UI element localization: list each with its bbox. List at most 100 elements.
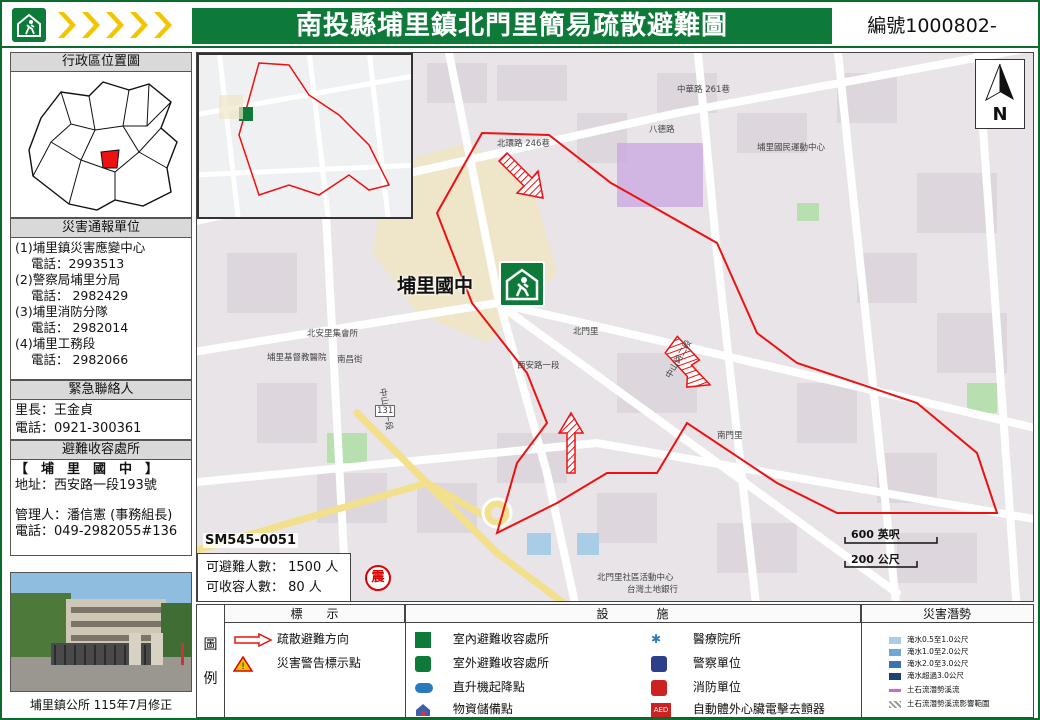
header: 南投縣埔里鎮北門里簡易疏散避難圖 編號1000802-004(2/2) bbox=[2, 2, 1038, 73]
info-panel: 行政區位置圖 災害通報單位 (1)埔里鎮災害應變中心 電話：2993513 (2… bbox=[10, 52, 192, 716]
legend-police: 警察單位 bbox=[651, 655, 741, 672]
legend-indoor-shelter: 室內避難收容處所 bbox=[415, 631, 549, 648]
north-arrow-icon: N bbox=[975, 59, 1025, 129]
poi-label: 北安里集會所 bbox=[307, 329, 359, 339]
supply-house-icon bbox=[416, 703, 430, 716]
aed-icon: AED bbox=[651, 702, 671, 717]
indoor-shelter-icon bbox=[415, 631, 431, 648]
area-label: 南門里 bbox=[717, 431, 743, 441]
legend-helipad: 直升機起降點 bbox=[415, 679, 525, 695]
shelter-name-label: 埔里國中 bbox=[397, 275, 474, 297]
report-section-title: 災害通報單位 bbox=[10, 218, 192, 238]
report-unit-name: (2)警察局埔里分局 bbox=[15, 272, 121, 287]
legend-hazard-item: 淹水2.0至3.0公尺 bbox=[889, 659, 968, 669]
legend-hazard-item: 淹水1.0至2.0公尺 bbox=[889, 647, 968, 657]
contact-section-title: 緊急聯絡人 bbox=[10, 380, 192, 400]
legend-hazard-item: 土石流潛勢溪流 bbox=[889, 685, 960, 695]
sm-code: SM545-0051 bbox=[203, 533, 299, 548]
legend-fire: 消防單位 bbox=[651, 679, 741, 696]
legend-sign-warning: ! 災害警告標示點 bbox=[232, 655, 361, 672]
legend-helipad-label: 直升機起降點 bbox=[452, 680, 525, 694]
legend-sign-header: 標 示 bbox=[225, 605, 405, 623]
police-icon bbox=[651, 655, 667, 672]
road-label: 北環路 246巷 bbox=[497, 139, 550, 149]
legend-hazard-header: 災害潛勢 bbox=[861, 605, 1033, 623]
legend-sign-arrow: 疏散避難方向 bbox=[233, 631, 349, 647]
location-map bbox=[10, 72, 192, 218]
legend-supply: 物資儲備點 bbox=[415, 701, 513, 717]
legend-side-top: 圖 bbox=[203, 637, 218, 653]
capacity-box: 可避難人數： 1500 人 可收容人數： 80 人 bbox=[197, 553, 351, 601]
contact-chief: 里長：王金貞 bbox=[15, 403, 94, 418]
legend-hazard-item: 淹水超過3.0公尺 bbox=[889, 671, 964, 681]
chevron-arrows-icon bbox=[56, 10, 174, 40]
shelter-address: 地址：西安路一段193號 bbox=[15, 478, 157, 493]
location-section-title: 行政區位置圖 bbox=[10, 52, 192, 72]
road-label: 八德路 bbox=[649, 125, 675, 135]
earthquake-icon: 震 bbox=[365, 565, 391, 591]
evac-capacity: 可避難人數： 1500 人 bbox=[206, 560, 339, 575]
contact-info: 里長：王金貞 電話：0921-300361 bbox=[10, 400, 192, 440]
indoor-shelter-icon[interactable] bbox=[499, 261, 545, 307]
shelter-logo-icon bbox=[12, 8, 46, 42]
scale-meters: 200 公尺 bbox=[851, 553, 900, 566]
legend-supply-label: 物資儲備點 bbox=[452, 702, 513, 716]
legend-medical-label: 醫療院所 bbox=[692, 632, 741, 646]
shelter-section-title: 避難收容處所 bbox=[10, 440, 192, 460]
inset-map bbox=[197, 53, 413, 219]
road-label: 中華路 261巷 bbox=[677, 85, 730, 95]
map-title: 南投縣埔里鎮北門里簡易疏散避難圖 bbox=[192, 8, 832, 44]
report-unit-name: (3)埔里消防分隊 bbox=[15, 304, 108, 319]
shelter-info: 【 埔 里 國 中 】 地址：西安路一段193號 管理人：潘信憲 (事務組長) … bbox=[10, 460, 192, 556]
report-unit-phone: 電話： 2982014 bbox=[31, 320, 129, 335]
accom-capacity: 可收容人數： 80 人 bbox=[206, 580, 322, 595]
report-units-list: (1)埔里鎮災害應變中心 電話：2993513 (2)警察局埔里分局 電話： 2… bbox=[10, 238, 192, 380]
legend-side-label: 圖 例 bbox=[197, 605, 225, 717]
legend-sign-warning-label: 災害警告標示點 bbox=[276, 656, 361, 670]
legend-outdoor-shelter: 室外避難收容處所 bbox=[415, 655, 549, 672]
legend-police-label: 警察單位 bbox=[692, 656, 741, 670]
hazard-label: 土石流潛勢溪流影響範圍 bbox=[907, 699, 990, 708]
revision-caption: 埔里鎮公所 115年7月修正 bbox=[29, 698, 173, 712]
legend-sign-arrow-label: 疏散避難方向 bbox=[276, 632, 349, 646]
hazard-label: 淹水2.0至3.0公尺 bbox=[907, 659, 969, 668]
poi-label: 北門里社區活動中心 bbox=[597, 573, 674, 583]
contact-phone: 電話：0921-300361 bbox=[15, 421, 142, 436]
area-label: 北門里 bbox=[573, 327, 599, 337]
shelter-phone: 電話：049-2982055#136 bbox=[15, 524, 178, 539]
helicopter-icon bbox=[415, 682, 433, 693]
hazard-label: 淹水超過3.0公尺 bbox=[907, 671, 964, 680]
report-unit-name: (1)埔里鎮災害應變中心 bbox=[15, 240, 146, 255]
shelter-manager: 管理人：潘信憲 (事務組長) bbox=[15, 508, 173, 523]
medical-icon: ✱ bbox=[651, 632, 662, 646]
scale-feet: 600 英呎 bbox=[851, 528, 900, 541]
hazard-label: 淹水1.0至2.0公尺 bbox=[907, 647, 969, 656]
report-unit-phone: 電話：2993513 bbox=[31, 256, 125, 271]
map-code: 編號1000802-004(2/2) bbox=[832, 8, 1032, 73]
legend-aed-label: 自動體外心臟電擊去顫器 bbox=[692, 702, 825, 716]
poi-label: 台灣土地銀行 bbox=[627, 585, 679, 595]
legend-facility-header: 設 施 bbox=[405, 605, 861, 623]
legend-aed: AED 自動體外心臟電擊去顫器 bbox=[651, 701, 825, 717]
scale-bar: 600 英呎 200 公尺 bbox=[837, 525, 987, 573]
poi-label: 埔里國民運動中心 bbox=[757, 143, 826, 153]
report-unit-phone: 電話： 2982429 bbox=[31, 288, 129, 303]
legend-fire-label: 消防單位 bbox=[692, 680, 741, 694]
road-label: 西安路一段 bbox=[517, 361, 560, 371]
legend-hazard-item: 淹水0.5至1.0公尺 bbox=[889, 635, 968, 645]
legend-hazard-item: 土石流潛勢溪流影響範圍 bbox=[889, 699, 990, 709]
svg-text:!: ! bbox=[241, 662, 245, 672]
main-map[interactable]: 北環路 246巷 中華路 261巷 八德路 南昌街 中山路一段 中山路二段 北門… bbox=[196, 52, 1034, 602]
report-unit-name: (4)埔里工務段 bbox=[15, 336, 96, 351]
report-unit-phone: 電話： 2982066 bbox=[31, 352, 129, 367]
north-letter: N bbox=[992, 104, 1008, 125]
legend-side-bottom: 例 bbox=[203, 671, 218, 687]
hazard-label: 淹水0.5至1.0公尺 bbox=[907, 635, 969, 644]
hazard-label: 土石流潛勢溪流 bbox=[907, 685, 960, 694]
school-photo bbox=[10, 572, 192, 692]
fire-icon bbox=[651, 679, 667, 696]
legend-medical: ✱ 醫療院所 bbox=[651, 631, 741, 647]
outdoor-shelter-icon bbox=[415, 655, 431, 672]
shelter-name: 【 埔 里 國 中 】 bbox=[15, 462, 159, 477]
road-label: 南昌街 bbox=[337, 355, 363, 365]
